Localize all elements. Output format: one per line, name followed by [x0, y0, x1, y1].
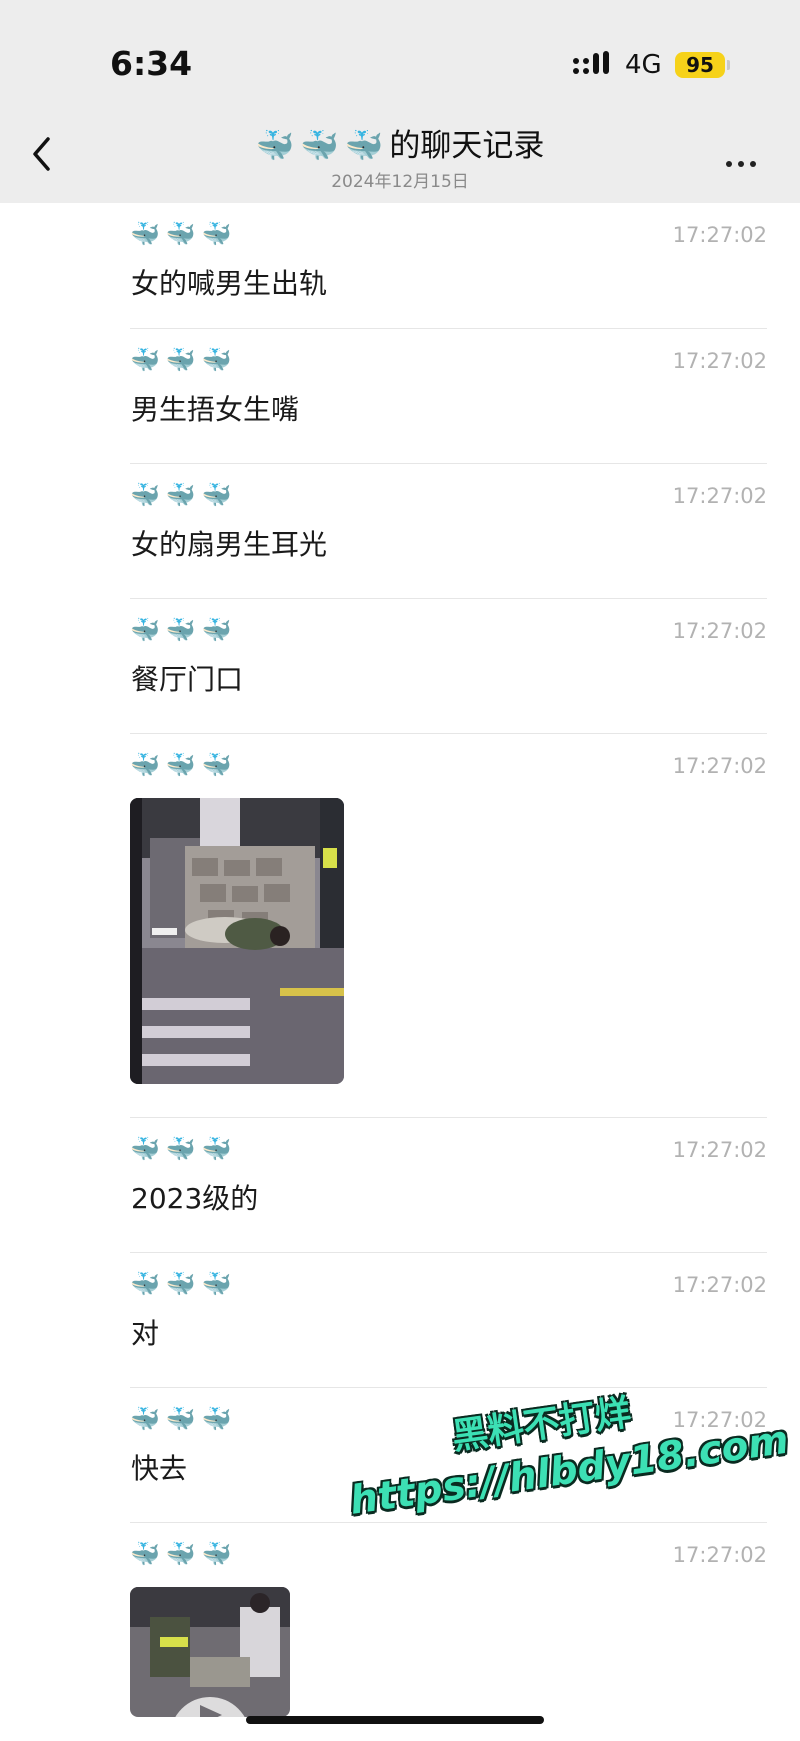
message-sender: 🐳🐳🐳: [130, 1540, 238, 1568]
message-sender: 🐳🐳🐳: [130, 751, 238, 779]
message-item: 🐳🐳🐳 17:27:02 男生捂女生嘴: [130, 329, 767, 464]
nav-header: 6:34 4G 95 🐳🐳🐳的聊天记录 2024年12月15日: [0, 0, 800, 203]
message-sender: 🐳🐳🐳: [130, 481, 238, 509]
chat-record-title: 🐳🐳🐳的聊天记录 2024年12月15日: [0, 120, 800, 192]
more-options-icon[interactable]: [726, 152, 764, 167]
message-sender: 🐳🐳🐳: [130, 220, 238, 248]
message-item: 🐳🐳🐳 17:27:02: [130, 1523, 767, 1717]
message-sender: 🐳🐳🐳: [130, 346, 238, 374]
message-text[interactable]: 女的扇男生耳光: [131, 523, 327, 563]
sender-emoji: 🐳🐳🐳: [255, 128, 390, 164]
message-item: 🐳🐳🐳 17:27:02 餐厅门口: [130, 599, 767, 734]
message-time: 17:27:02: [672, 619, 767, 643]
message-sender: 🐳🐳🐳: [130, 616, 238, 644]
title-suffix: 的聊天记录: [389, 128, 545, 164]
record-date: 2024年12月15日: [331, 172, 469, 192]
message-time: 17:27:02: [672, 754, 767, 778]
message-time: 17:27:02: [672, 349, 767, 373]
message-video-thumbnail[interactable]: [130, 1587, 290, 1717]
message-text[interactable]: 女的喊男生出轨: [131, 262, 327, 302]
message-time: 17:27:02: [672, 223, 767, 247]
signal-icon: [573, 51, 609, 74]
message-text[interactable]: 对: [131, 1312, 159, 1352]
message-time: 17:27:02: [672, 1543, 767, 1567]
message-text[interactable]: 快去: [131, 1447, 187, 1487]
message-text[interactable]: 男生捂女生嘴: [131, 388, 299, 428]
message-sender: 🐳🐳🐳: [130, 1135, 238, 1163]
message-item: 🐳🐳🐳 17:27:02 女的喊男生出轨: [130, 203, 767, 329]
message-time: 17:27:02: [672, 1273, 767, 1297]
message-item: 🐳🐳🐳 17:27:02 2023级的: [130, 1118, 767, 1253]
battery-level: 95: [675, 52, 725, 78]
message-text[interactable]: 餐厅门口: [131, 658, 243, 698]
message-time: 17:27:02: [672, 1138, 767, 1162]
home-indicator[interactable]: [246, 1716, 544, 1724]
network-type: 4G: [625, 50, 662, 80]
message-sender: 🐳🐳🐳: [130, 1405, 238, 1433]
message-text[interactable]: 2023级的: [131, 1177, 258, 1217]
message-time: 17:27:02: [672, 484, 767, 508]
page-title: 🐳🐳🐳的聊天记录: [0, 120, 800, 165]
battery-tip: [727, 60, 730, 70]
message-photo[interactable]: [130, 798, 344, 1084]
message-item: 🐳🐳🐳 17:27:02: [130, 734, 767, 1118]
status-time: 6:34: [110, 44, 193, 83]
message-sender: 🐳🐳🐳: [130, 1270, 238, 1298]
message-item: 🐳🐳🐳 17:27:02 女的扇男生耳光: [130, 464, 767, 599]
